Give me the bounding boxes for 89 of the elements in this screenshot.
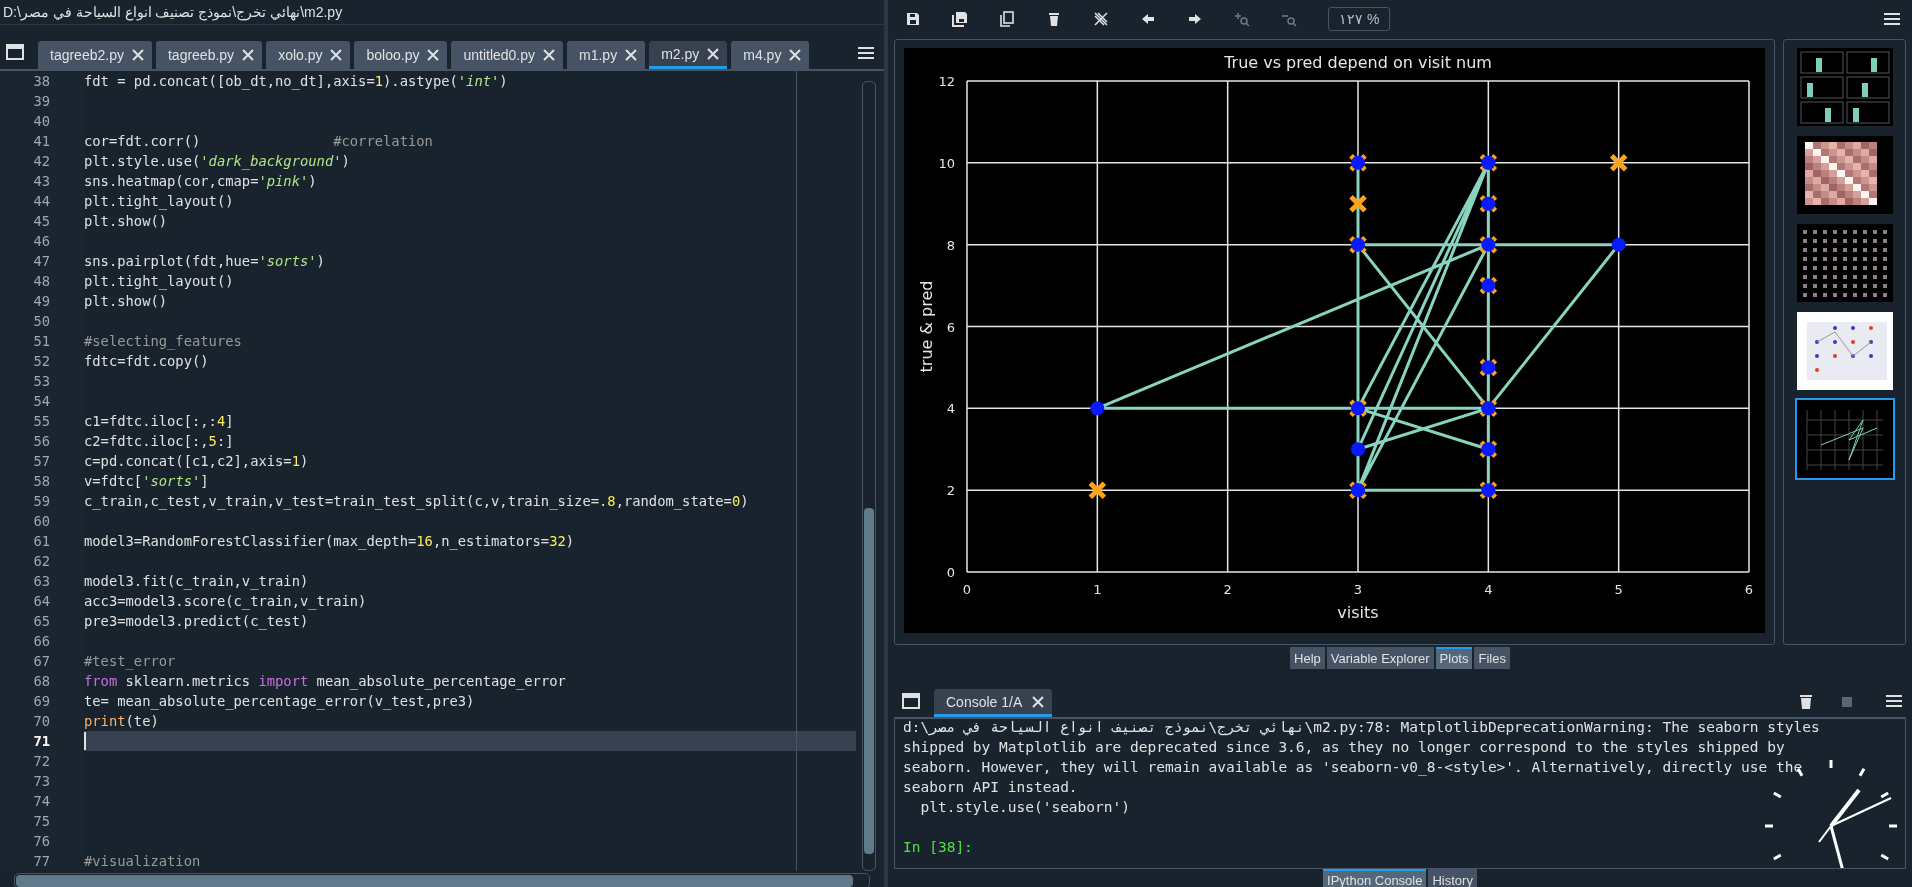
code-line: fdt = pd.concat([ob_dt,no_dt],axis=1).astype('int') [84, 72, 508, 91]
tick-label: 0 [946, 565, 955, 580]
console-prompt: In [38]: [903, 839, 973, 855]
code-line: sns.pairplot(fdt,hue='sorts') [84, 252, 325, 271]
tick-label: 2 [946, 483, 955, 499]
console-text: shipped by Matplotlib are deprecated since 3.6, as they no longer correspond to the styles shipped by [903, 739, 1785, 755]
tick-label: 12 [938, 74, 955, 89]
console-text: plt.style.use('seaborn') [919, 799, 1130, 815]
console-text: d:\نهائي تخرج\نموذج تصنيف انواع السياحة في مصر\m2.py:78: MatplotlibDeprecationWarning: The seaborn styles [903, 719, 1820, 735]
line-number: 74 [32, 792, 51, 811]
line-number: 61 [32, 532, 51, 551]
line-number: 45 [32, 212, 51, 231]
tick-label: 1 [1093, 582, 1102, 597]
code-line: sns.heatmap(cor,cmap='pink') [84, 172, 317, 191]
line-number: 65 [32, 612, 51, 631]
tick-label: 10 [938, 155, 955, 171]
line-number: 40 [32, 112, 51, 131]
code-line: plt.tight_layout() [84, 272, 234, 291]
line-number: 68 [32, 672, 51, 691]
line-number: 51 [32, 332, 51, 351]
line-number: 60 [32, 512, 51, 531]
line-number: 62 [32, 552, 51, 571]
line-number: 55 [32, 412, 51, 431]
y-axis-label: true & pred [917, 280, 936, 373]
tick-label: 6 [946, 319, 955, 335]
line-number: 44 [32, 192, 51, 211]
line-number: 48 [32, 272, 51, 291]
code-line: model3=RandomForestClassifier(max_depth=16,n_estimators=32) [84, 532, 575, 551]
code-line: plt.show() [84, 212, 168, 231]
line-number: 41 [32, 132, 51, 151]
line-number: 63 [32, 572, 51, 591]
line-number: 69 [32, 692, 51, 711]
line-number: 39 [32, 92, 51, 111]
code-line: te= mean_absolute_percentage_error(v_test,pre3) [84, 692, 475, 711]
code-line: pre3=model3.predict(c_test) [84, 612, 309, 631]
tick-label: 6 [1744, 582, 1754, 597]
code-line: cor=fdt.corr() #correlation [84, 132, 433, 151]
line-number: 76 [32, 832, 51, 851]
code-line: print(te) [84, 712, 159, 731]
tick-label: 4 [946, 401, 955, 417]
console-text: seaborn. However, they will remain available as 'seaborn-v0_8-<style>'. Alternatively, directly use the [903, 759, 1803, 775]
line-number: 47 [32, 252, 51, 271]
line-number: 58 [32, 472, 51, 491]
line-number: 46 [32, 232, 51, 251]
line-number: 59 [32, 492, 51, 511]
code-line: plt.show() [84, 292, 168, 311]
tick-label: 3 [1353, 582, 1363, 597]
code-line: from sklearn.metrics import mean_absolute_percentage_error [84, 672, 566, 691]
line-number: 70 [32, 712, 51, 731]
code-line: plt.tight_layout() [84, 192, 234, 211]
code-line: fdtc=fdt.copy() [84, 352, 209, 371]
tick-label: 8 [946, 237, 955, 253]
line-number: 38 [32, 72, 51, 91]
tick-label: 4 [1484, 582, 1493, 597]
line-number: 75 [32, 812, 51, 831]
code-line: c1=fdtc.iloc[:,:4] [84, 412, 234, 431]
line-number: 52 [32, 352, 51, 371]
line-number: 43 [32, 172, 51, 191]
line-number: 49 [32, 292, 51, 311]
line-number: 66 [32, 632, 51, 651]
line-number: 73 [32, 772, 51, 791]
line-number: 67 [32, 652, 51, 671]
code-line: v=fdtc['sorts'] [84, 472, 209, 491]
tick-label: 2 [1223, 582, 1232, 597]
console-text: seaborn API instead. [903, 779, 1078, 795]
code-line: model3.fit(c_train,v_train) [84, 572, 309, 591]
line-number: 77 [32, 852, 51, 871]
x-axis-label: visits [1337, 603, 1379, 622]
line-number: 57 [32, 452, 51, 471]
code-line: #visualization [84, 852, 201, 871]
code-line: c_train,c_test,v_train,v_test=train_test_split(c,v,train_size=.8,random_state=0) [84, 492, 749, 511]
code-line: #test_error [84, 652, 176, 671]
line-number: 50 [32, 312, 51, 331]
window-title: D:\نهائي تخرج\نموذج تصنيف انواع السياحة في مصر\m2.py [0, 0, 884, 25]
line-number: 54 [32, 392, 51, 411]
chart-title: True vs pred depend on visit num [1224, 53, 1492, 72]
line-number: 56 [32, 432, 51, 451]
line-number: 64 [32, 592, 51, 611]
line-number: 71 [32, 732, 51, 751]
code-line: c2=fdtc.iloc[:,5:] [84, 432, 234, 451]
line-number: 72 [32, 752, 51, 771]
line-number: 42 [32, 152, 51, 171]
code-line: #selecting_features [84, 332, 242, 351]
line-number: 53 [32, 372, 51, 391]
code-line: c=pd.concat([c1,c2],axis=1) [84, 452, 309, 471]
code-line: acc3=model3.score(c_train,v_train) [84, 592, 367, 611]
tick-label: 5 [1614, 582, 1623, 597]
code-line: plt.style.use('dark_background') [84, 152, 350, 171]
tick-label: 0 [962, 582, 972, 597]
